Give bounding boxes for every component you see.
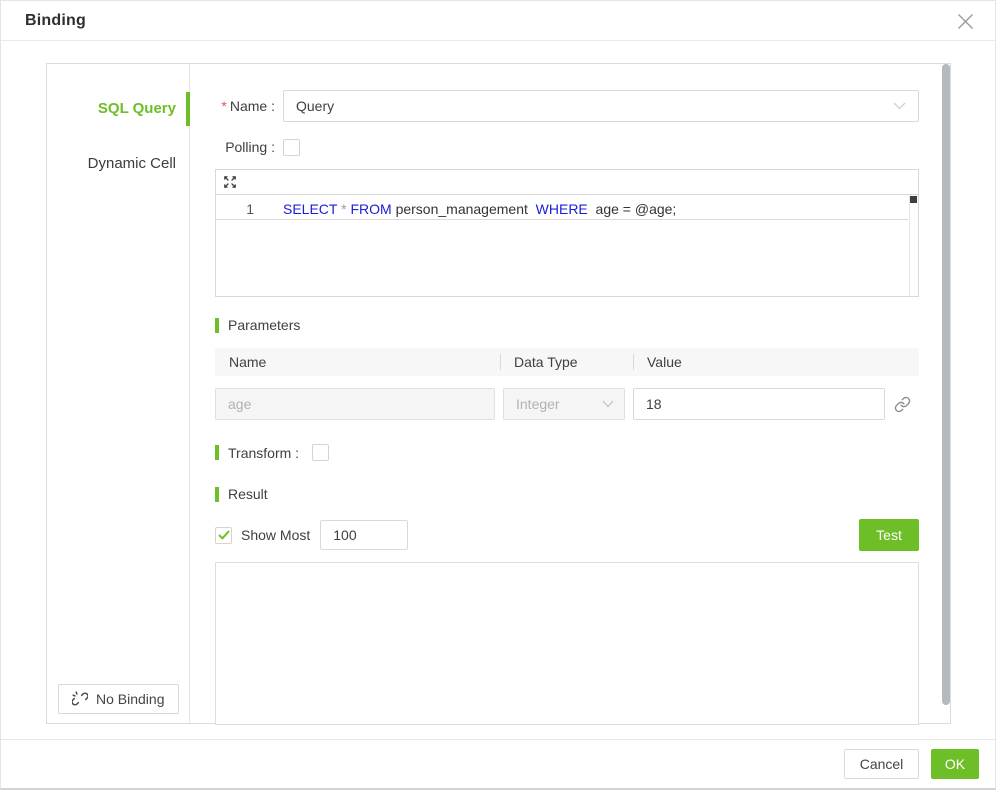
dialog-footer: Cancel OK (1, 739, 995, 788)
bind-parameter-button[interactable] (885, 396, 919, 413)
chevron-down-icon (893, 102, 906, 110)
param-data-type-select: Integer (503, 388, 625, 420)
column-header-value: Value (633, 348, 919, 376)
link-icon (894, 396, 911, 413)
no-binding-label: No Binding (96, 691, 165, 707)
editor-scrollbar-track (909, 195, 918, 296)
transform-label: Transform : (228, 445, 299, 461)
tab-dynamic-cell-label: Dynamic Cell (88, 155, 176, 172)
sql-statement: SELECT * FROM person_management WHERE ag… (283, 201, 676, 217)
parameters-section-header: Parameters (215, 317, 919, 333)
editor-scrollbar-thumb[interactable] (910, 196, 917, 203)
no-binding-button[interactable]: No Binding (58, 684, 179, 714)
sql-code-area[interactable]: 1 SELECT * FROM person_management WHERE … (215, 195, 919, 297)
tab-sql-query[interactable]: SQL Query (47, 89, 189, 129)
close-icon (957, 13, 974, 30)
result-preview-area (215, 562, 919, 725)
expand-button[interactable] (223, 175, 237, 189)
transform-section-header: Transform : (215, 444, 919, 461)
sql-editor-toolbar (215, 169, 919, 195)
param-data-type-value: Integer (516, 396, 560, 412)
name-label: *Name : (215, 98, 275, 114)
name-select[interactable]: Query (283, 90, 919, 122)
param-name-input (215, 388, 495, 420)
unlink-icon (72, 691, 88, 707)
required-mark: * (221, 98, 226, 114)
sql-query-content: *Name : Query Polling : (191, 64, 919, 723)
section-accent-bar (215, 318, 219, 333)
code-line-1: 1 SELECT * FROM person_management WHERE … (216, 195, 908, 220)
result-title: Result (228, 486, 268, 502)
polling-label: Polling : (215, 139, 275, 155)
parameter-row: Integer (215, 388, 919, 420)
show-most-input[interactable] (320, 520, 408, 550)
show-most-checkbox[interactable] (215, 527, 232, 544)
binding-panel: SQL Query Dynamic Cell No Binding *Name … (46, 63, 951, 724)
dialog-title: Binding (25, 12, 86, 30)
show-most-label: Show Most (241, 527, 310, 543)
line-number: 1 (216, 201, 254, 217)
transform-checkbox[interactable] (312, 444, 329, 461)
section-accent-bar (215, 487, 219, 502)
polling-row: Polling : (215, 138, 919, 156)
test-button[interactable]: Test (859, 519, 919, 551)
column-header-name: Name (215, 348, 500, 376)
expand-icon (223, 175, 237, 189)
close-button[interactable] (955, 11, 975, 31)
dialog-header: Binding (1, 1, 995, 41)
dialog-scrollbar-thumb[interactable] (942, 64, 950, 705)
name-row: *Name : Query (215, 90, 919, 122)
name-select-value: Query (296, 98, 334, 114)
chevron-down-icon (602, 400, 614, 408)
tab-dynamic-cell[interactable]: Dynamic Cell (47, 144, 189, 184)
parameters-table-header: Name Data Type Value (215, 348, 919, 376)
tab-sql-query-label: SQL Query (98, 100, 176, 117)
parameters-title: Parameters (228, 317, 300, 333)
result-section-header: Result (215, 486, 919, 502)
column-header-data-type: Data Type (500, 348, 633, 376)
section-accent-bar (215, 445, 219, 460)
ok-button[interactable]: OK (931, 749, 979, 779)
check-icon (218, 530, 230, 540)
binding-type-sidebar: SQL Query Dynamic Cell No Binding (47, 64, 190, 723)
cancel-button[interactable]: Cancel (844, 749, 919, 779)
sql-editor: 1 SELECT * FROM person_management WHERE … (215, 169, 919, 297)
binding-dialog: Binding SQL Query Dynamic Cell No Bi (0, 0, 996, 790)
polling-checkbox[interactable] (283, 139, 300, 156)
show-most-row: Show Most Test (215, 519, 919, 551)
param-value-input[interactable] (633, 388, 885, 420)
